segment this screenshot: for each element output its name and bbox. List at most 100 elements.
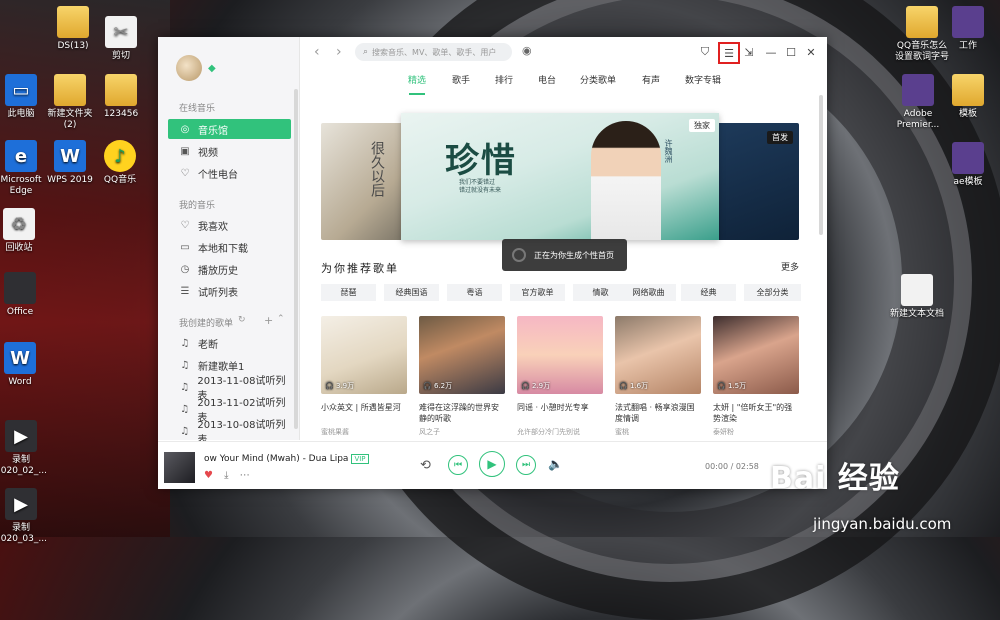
back-arrow-icon[interactable]: ‹ bbox=[314, 44, 320, 60]
tab-categories[interactable]: 分类歌单 bbox=[580, 73, 616, 86]
now-playing-title[interactable]: ow Your Mind (Mwah) - Dua LipaVIP ▶ bbox=[204, 454, 369, 464]
more-link[interactable]: 更多 bbox=[781, 260, 799, 273]
main-menu-button[interactable]: ☰ bbox=[718, 42, 740, 64]
add-playlist-icon[interactable]: + bbox=[264, 314, 273, 327]
playlist-cover: 🎧 1.6万 bbox=[615, 316, 701, 394]
sidebar-item-favorites[interactable]: ♡ 我喜欢 bbox=[168, 215, 291, 235]
main-tabs: 精选 歌手 排行 电台 分类歌单 有声 数字专辑 bbox=[300, 69, 827, 93]
playlist-card[interactable]: 🎧 1.6万 法式翻唱 · 畅享浪漫国度情调 蜜桃 bbox=[615, 316, 701, 437]
desktop-icon-work[interactable]: 工作 bbox=[935, 6, 1000, 52]
listen-recognize-icon[interactable]: ◉ bbox=[522, 44, 532, 57]
player-bar: ow Your Mind (Mwah) - Dua LipaVIP ▶ ♥ ⤓ … bbox=[158, 441, 827, 489]
chip-love-songs[interactable]: 情歌 bbox=[573, 284, 628, 301]
sidebar-item-trial-list[interactable]: ☰ 试听列表 bbox=[168, 281, 291, 301]
vip-tag: VIP bbox=[351, 454, 369, 464]
sidebar-item-local-download[interactable]: ▭ 本地和下载 bbox=[168, 237, 291, 257]
headphones-icon: 🎧 bbox=[423, 382, 432, 390]
wps-icon: W bbox=[54, 140, 86, 172]
desktop-icon-recycle-bin[interactable]: ♻ 回收站 bbox=[0, 208, 52, 254]
more-icon[interactable]: ⋯ bbox=[240, 470, 250, 481]
sidebar-playlist-item[interactable]: ♫2013-10-08试听列表 bbox=[168, 420, 291, 446]
playlist-card[interactable]: 🎧 2.9万 同谣 · 小憩时光专享 允许部分冷门先别说 bbox=[517, 316, 603, 437]
mini-mode-icon[interactable]: ⇲ bbox=[740, 43, 758, 61]
chip-internet-songs[interactable]: 网络歌曲 bbox=[621, 284, 676, 301]
exclusive-badge: 独家 bbox=[689, 119, 715, 132]
download-icon[interactable]: ⤓ bbox=[224, 470, 228, 481]
banner-main[interactable]: 珍惜 我们不要错过 错过就没有未来 许魏洲 独家 bbox=[401, 113, 719, 240]
music-note-icon: ♫ bbox=[180, 381, 190, 393]
tab-audio[interactable]: 有声 bbox=[642, 73, 660, 86]
playlist-icon: ☰ bbox=[180, 285, 190, 297]
tab-featured[interactable]: 精选 bbox=[408, 73, 426, 86]
volume-icon[interactable]: 🔈 bbox=[548, 457, 563, 471]
headphones-icon: 🎧 bbox=[325, 382, 334, 390]
playlist-card[interactable]: 🎧 6.2万 难得在这浮躁的世界安静的听歌 风之子 bbox=[419, 316, 505, 437]
user-avatar[interactable] bbox=[176, 55, 202, 81]
sidebar-item-radio[interactable]: ♡ 个性电台 bbox=[168, 163, 291, 183]
loop-icon[interactable]: ⟲ bbox=[420, 458, 431, 473]
banner-artist-name: 许魏洲 bbox=[664, 139, 673, 163]
heart-outline-icon: ♡ bbox=[180, 167, 190, 179]
desktop-icon-qqmusic[interactable]: ♪ QQ音乐 bbox=[87, 140, 153, 186]
tab-digital-albums[interactable]: 数字专辑 bbox=[685, 73, 721, 86]
next-icon[interactable]: ⏭ bbox=[516, 455, 536, 475]
desktop-icon-office[interactable]: Office bbox=[0, 272, 53, 318]
tab-charts[interactable]: 排行 bbox=[495, 73, 513, 86]
desktop-icon-template[interactable]: 模板 bbox=[935, 74, 1000, 120]
chip-cantonese[interactable]: 粤语 bbox=[447, 284, 502, 301]
tab-singers[interactable]: 歌手 bbox=[452, 73, 470, 86]
chip-pipa[interactable]: 琵琶 bbox=[321, 284, 376, 301]
loading-toast: 正在为你生成个性首页 bbox=[502, 239, 627, 271]
chip-classic[interactable]: 经典 bbox=[681, 284, 736, 301]
tab-radio[interactable]: 电台 bbox=[538, 73, 556, 86]
playlist-creator: 蜜桃 bbox=[615, 428, 629, 436]
sidebar-item-video[interactable]: ▣ 视频 bbox=[168, 141, 291, 161]
sidebar: ◆ 在线音乐 ◎ 音乐馆 ▣ 视频 ♡ 个性电台 我的音乐 ♡ 我喜欢 ▭ 本地和下载 ◷… bbox=[158, 37, 300, 446]
loading-spinner-icon bbox=[512, 248, 526, 262]
desktop-icon-123456[interactable]: 123456 bbox=[88, 74, 154, 120]
sidebar-item-history[interactable]: ◷ 播放历史 bbox=[168, 259, 291, 279]
monitor-icon: ▭ bbox=[5, 74, 37, 106]
playlist-title: 小众英文 | 所遇皆星河 bbox=[321, 403, 401, 412]
document-icon: ✂ bbox=[105, 16, 137, 48]
sidebar-scrollbar[interactable] bbox=[294, 89, 298, 429]
chip-all-categories[interactable]: 全部分类 bbox=[744, 284, 801, 301]
vip-diamond-icon[interactable]: ◆ bbox=[208, 63, 216, 74]
first-release-badge: 首发 bbox=[767, 131, 793, 144]
content-scrollbar[interactable] bbox=[819, 95, 823, 235]
sidebar-item-music-hall[interactable]: ◎ 音乐馆 bbox=[168, 119, 291, 139]
desktop-icon-cut[interactable]: ✂ 剪切 bbox=[88, 16, 154, 62]
music-note-icon: ♫ bbox=[180, 403, 190, 415]
playlist-card[interactable]: 🎧 1.5万 太妍 | "倍听女王"的强势渲染 泰妍粉 bbox=[713, 316, 799, 437]
search-input[interactable]: ⌕ 搜索音乐、MV、歌单、歌手、用户 bbox=[355, 43, 512, 61]
playlist-title: 同谣 · 小憩时光专享 bbox=[517, 403, 589, 412]
banner-artist-photo bbox=[591, 121, 661, 240]
desktop-icon-ae-template[interactable]: ae模板 bbox=[935, 142, 1000, 188]
desktop-icon-word[interactable]: W Word bbox=[0, 342, 53, 388]
chip-official[interactable]: 官方歌单 bbox=[510, 284, 565, 301]
playback-time: 00:00 / 02:58 bbox=[705, 462, 759, 471]
refresh-icon[interactable]: ↻ bbox=[238, 315, 246, 325]
playlist-title: 难得在这浮躁的世界安静的听歌 bbox=[419, 403, 499, 423]
heart-icon[interactable]: ♥ bbox=[204, 470, 213, 481]
desktop-icon-recording-2[interactable]: ▶ 录制 2020_03_... bbox=[0, 488, 54, 545]
desktop-icon-recording-1[interactable]: ▶ 录制 2020_02_... bbox=[0, 420, 54, 477]
folder-icon bbox=[906, 6, 938, 38]
previous-icon[interactable]: ⏮ bbox=[448, 455, 468, 475]
now-playing-cover[interactable] bbox=[164, 452, 195, 483]
now-playing-actions: ♥ ⤓ ⋯ bbox=[204, 470, 258, 481]
forward-arrow-icon[interactable]: › bbox=[336, 44, 342, 60]
play-icon[interactable]: ▶ bbox=[479, 451, 505, 477]
chip-classic-mandarin[interactable]: 经典国语 bbox=[384, 284, 439, 301]
collapse-icon[interactable]: ⌃ bbox=[277, 314, 285, 324]
maximize-icon[interactable]: ☐ bbox=[782, 43, 800, 61]
headphones-icon: 🎧 bbox=[619, 382, 628, 390]
skin-icon[interactable]: ⛉ bbox=[696, 43, 714, 61]
desktop-icon-text-doc[interactable]: 新建文本文档 bbox=[884, 274, 950, 320]
sidebar-playlist-item[interactable]: ♫ 老断 bbox=[168, 333, 291, 353]
recommend-title: 为你推荐歌单 bbox=[321, 262, 399, 275]
close-icon[interactable]: ✕ bbox=[802, 43, 820, 61]
top-bar: ‹ › ⌕ 搜索音乐、MV、歌单、歌手、用户 ◉ ⛉ ☰ ⇲ — ☐ ✕ bbox=[300, 37, 827, 67]
minimize-icon[interactable]: — bbox=[762, 43, 780, 61]
playlist-card[interactable]: 🎧 3.9万 小众英文 | 所遇皆星河 蜜桃果酱 bbox=[321, 316, 407, 437]
